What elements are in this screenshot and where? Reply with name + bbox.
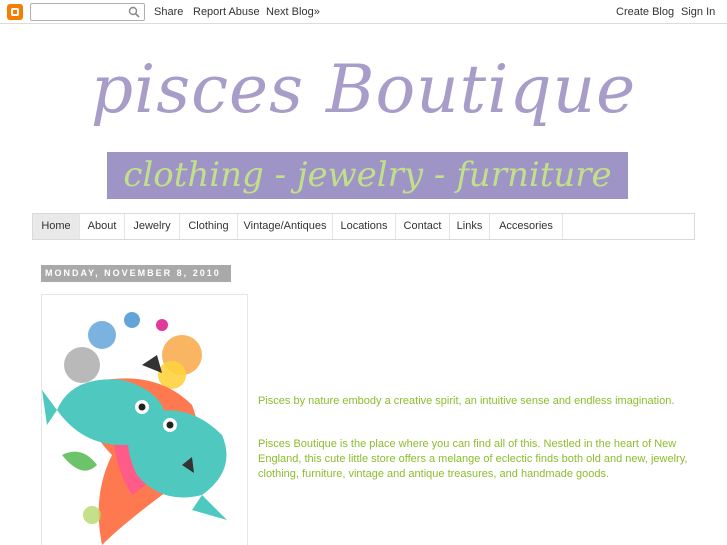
tab-links[interactable]: Links (450, 214, 490, 239)
tab-locations[interactable]: Locations (333, 214, 396, 239)
tab-about[interactable]: About (80, 214, 125, 239)
blog-tagline: clothing - jewelry - furniture (123, 155, 612, 195)
tab-jewelry[interactable]: Jewelry (125, 214, 180, 239)
search-input[interactable] (30, 3, 145, 21)
tagline-banner: clothing - jewelry - furniture (107, 152, 628, 199)
tab-accesories[interactable]: Accesories (490, 214, 563, 239)
tab-clothing[interactable]: Clothing (180, 214, 238, 239)
pisces-fish-artwork-image[interactable] (41, 294, 248, 545)
pisces-fish-illustration (42, 312, 227, 545)
blog-header: pisces Boutique (0, 50, 727, 130)
post-paragraph-description: Pisces Boutique is the place where you c… (258, 438, 688, 480)
post-paragraph-intro: Pisces by nature embody a creative spiri… (258, 395, 675, 407)
tab-vintage-antiques[interactable]: Vintage/Antiques (238, 214, 333, 239)
search-icon[interactable] (128, 6, 140, 18)
page-tabs: Home About Jewelry Clothing Vintage/Anti… (32, 213, 695, 240)
sign-in-link[interactable]: Sign In (681, 5, 715, 19)
blogger-navbar: Share Report Abuse Next Blog» Create Blo… (0, 0, 727, 24)
blogger-logo-icon[interactable] (7, 4, 23, 20)
create-blog-link[interactable]: Create Blog (616, 5, 674, 19)
share-link[interactable]: Share (154, 5, 183, 19)
tab-home[interactable]: Home (33, 214, 80, 239)
post-date-header: MONDAY, NOVEMBER 8, 2010 (41, 265, 231, 282)
blog-title[interactable]: pisces Boutique (0, 50, 727, 130)
tab-contact[interactable]: Contact (396, 214, 450, 239)
report-abuse-link[interactable]: Report Abuse (193, 5, 260, 19)
next-blog-link[interactable]: Next Blog» (266, 5, 320, 19)
